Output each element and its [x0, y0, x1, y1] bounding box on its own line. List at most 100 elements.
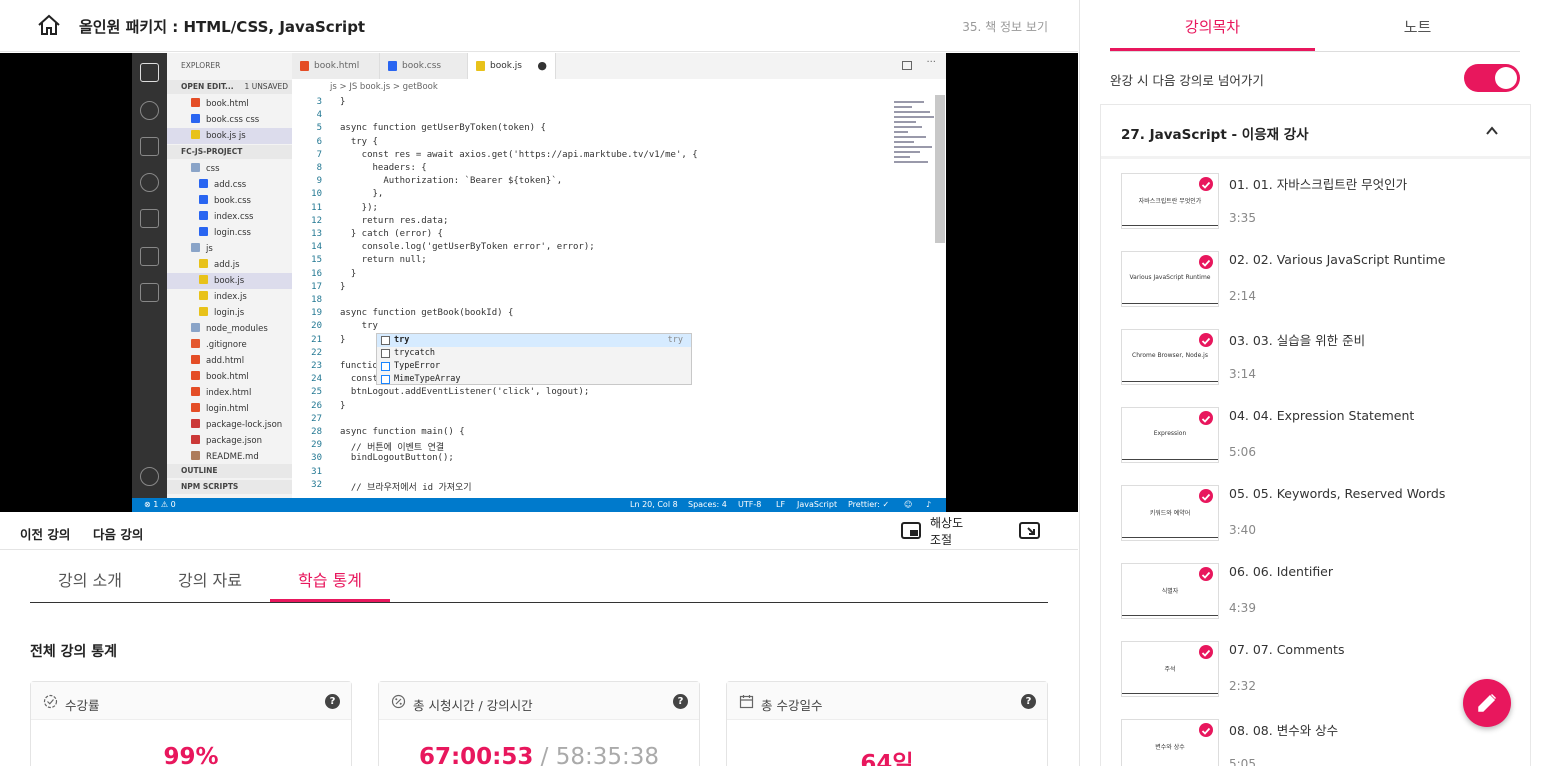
file-name: index.css: [214, 212, 254, 222]
help-icon[interactable]: ?: [1021, 694, 1036, 709]
code-line: async function getUserByToken(token) {: [340, 123, 546, 134]
line-number: 15: [311, 255, 322, 266]
line-number: 14: [311, 242, 322, 253]
lecture-title: 06. 06. Identifier: [1229, 564, 1334, 579]
next-lecture-button[interactable]: 다음 강의: [93, 524, 143, 543]
unsaved-badge: 1 UNSAVED: [244, 82, 288, 91]
source-control-icon: [140, 137, 159, 156]
thumbnail-divider: [1122, 615, 1218, 616]
js-file-icon: [199, 291, 208, 300]
file-name: add.css: [214, 180, 247, 190]
thumbnail-caption: Chrome Browser, Node.js: [1132, 352, 1208, 359]
book-info-link[interactable]: 35. 책 정보 보기: [962, 18, 1048, 35]
minimap-line: [894, 106, 912, 108]
line-number: 18: [311, 295, 322, 305]
tab-curriculum[interactable]: 강의목차: [1110, 16, 1315, 37]
lecture-item[interactable]: 키워드와 예약어 05. 05. Keywords, Reserved Words…: [1121, 485, 1530, 563]
lecture-item[interactable]: Expression 04. 04. Expression Statement 5:…: [1121, 407, 1530, 485]
card-value: 67:00:53 / 58:35:38: [418, 744, 660, 766]
split-editor-icon: [902, 61, 912, 70]
thumbnail-caption: 키워드와 예약어: [1149, 510, 1191, 517]
line-number: 24: [311, 374, 322, 385]
pencil-icon: [1478, 693, 1497, 712]
help-icon[interactable]: ?: [325, 694, 340, 709]
html-file-icon: [191, 371, 200, 380]
section-box: 27. JavaScript - 이응재 강사 자바스크립트란 무엇인가 01. …: [1100, 104, 1531, 766]
folder-file-icon: [191, 163, 200, 172]
thumbnail-caption: 식별자: [1161, 588, 1179, 595]
tab-intro[interactable]: 강의 소개: [30, 567, 150, 591]
variable-icon: [381, 375, 390, 384]
chevron-up-icon[interactable]: [1486, 125, 1498, 137]
thumbnail-caption: 주석: [1164, 666, 1176, 673]
section-title: 27. JavaScript - 이응재 강사: [1121, 127, 1309, 143]
card-value: 99%: [163, 744, 219, 766]
completed-check-icon: [1199, 489, 1213, 503]
js-file-icon: [199, 275, 208, 284]
code-line: // 버튼에 이벤트 연결: [340, 443, 445, 454]
bell-icon: ♪: [926, 500, 932, 509]
vscode-explorer: EXPLORER OPEN EDIT... 1 UNSAVED FC-JS-PRO…: [167, 53, 292, 498]
lecture-item[interactable]: Chrome Browser, Node.js 03. 03. 실습을 위한 준비…: [1121, 329, 1530, 407]
prev-lecture-button[interactable]: 이전 강의: [20, 524, 70, 543]
main-column: 올인원 패키지 : HTML/CSS, JavaScript 35. 책 정보 …: [0, 0, 1078, 766]
lecture-item[interactable]: 변수와 상수 08. 08. 변수와 상수 5:05: [1121, 719, 1530, 766]
code-line: async function main() {: [340, 427, 465, 437]
stat-card-days: 총 수강일수 ? 64일: [726, 681, 1048, 766]
autocomplete-popup: try try trycatch TypeError MimeTypeArray: [376, 333, 692, 385]
card-header: 총 수강일수 ?: [727, 682, 1047, 720]
card-header: 수강률 ?: [31, 682, 351, 720]
resolution-button[interactable]: 해상도 조절: [930, 515, 972, 549]
fullscreen-icon[interactable]: [1019, 522, 1040, 539]
json-file-icon: [191, 435, 200, 444]
resolution-icon[interactable]: [901, 522, 921, 539]
code-line: const: [340, 374, 378, 385]
html-file-icon: [191, 403, 200, 412]
file-name: node_modules: [206, 324, 268, 334]
tab-notes[interactable]: 노트: [1315, 16, 1520, 37]
html-file-icon: [300, 61, 309, 71]
minimap-line: [894, 116, 934, 118]
video-player[interactable]: EXPLORER OPEN EDIT... 1 UNSAVED FC-JS-PRO…: [0, 53, 1078, 512]
lecture-item[interactable]: 식별자 06. 06. Identifier 4:39: [1121, 563, 1530, 641]
more-actions-icon: ···: [926, 57, 936, 68]
file-name: login.html: [206, 404, 249, 414]
completed-check-icon: [1199, 723, 1213, 737]
code-line: } catch (error) {: [340, 229, 443, 239]
file-tree-item: index.js: [167, 289, 292, 305]
lecture-item[interactable]: 자바스크립트란 무엇인가 01. 01. 자바스크립트란 무엇인가 3:35: [1121, 173, 1530, 251]
completed-check-icon: [1199, 177, 1213, 191]
file-tree-item: .gitignore: [167, 337, 292, 353]
lecture-duration: 3:35: [1229, 211, 1256, 225]
file-name: index.js: [214, 292, 247, 302]
minimap-line: [894, 121, 916, 123]
tab-book-html: book.html: [292, 53, 380, 79]
home-icon[interactable]: [37, 14, 61, 36]
status-position: Ln 20, Col 8: [630, 500, 678, 509]
code-line: }: [340, 268, 357, 279]
tab-statistics[interactable]: 학습 통계: [270, 567, 390, 591]
section-header[interactable]: 27. JavaScript - 이응재 강사: [1101, 105, 1530, 159]
html-file-icon: [191, 387, 200, 396]
card-label: 총 시청시간 / 강의시간: [413, 698, 533, 713]
tab-label: book.js: [490, 61, 522, 71]
minimap-line: [894, 111, 930, 113]
lecture-item[interactable]: Various JavaScript Runtime 02. 02. Variou…: [1121, 251, 1530, 329]
completed-check-icon: [1199, 411, 1213, 425]
autoplay-toggle[interactable]: [1464, 64, 1520, 92]
active-side-tab-indicator: [1110, 48, 1315, 51]
snippet-icon: [381, 349, 390, 358]
file-tree-item: index.css: [167, 209, 292, 225]
code-line: Authorization: `Bearer ${token}`,: [340, 176, 563, 187]
vscode-screen: EXPLORER OPEN EDIT... 1 UNSAVED FC-JS-PRO…: [132, 53, 946, 512]
write-note-button[interactable]: [1463, 679, 1511, 727]
html-file-icon: [191, 98, 200, 107]
code-line: bindLogoutButton();: [340, 453, 454, 464]
tab-materials[interactable]: 강의 자료: [150, 567, 270, 591]
extensions-icon: [140, 209, 159, 228]
smiley-icon: ☺: [904, 500, 913, 509]
help-icon[interactable]: ?: [673, 694, 688, 709]
app-root: 올인원 패키지 : HTML/CSS, JavaScript 35. 책 정보 …: [0, 0, 1550, 766]
lecture-duration: 3:14: [1229, 367, 1256, 381]
line-number: 7: [316, 149, 322, 160]
